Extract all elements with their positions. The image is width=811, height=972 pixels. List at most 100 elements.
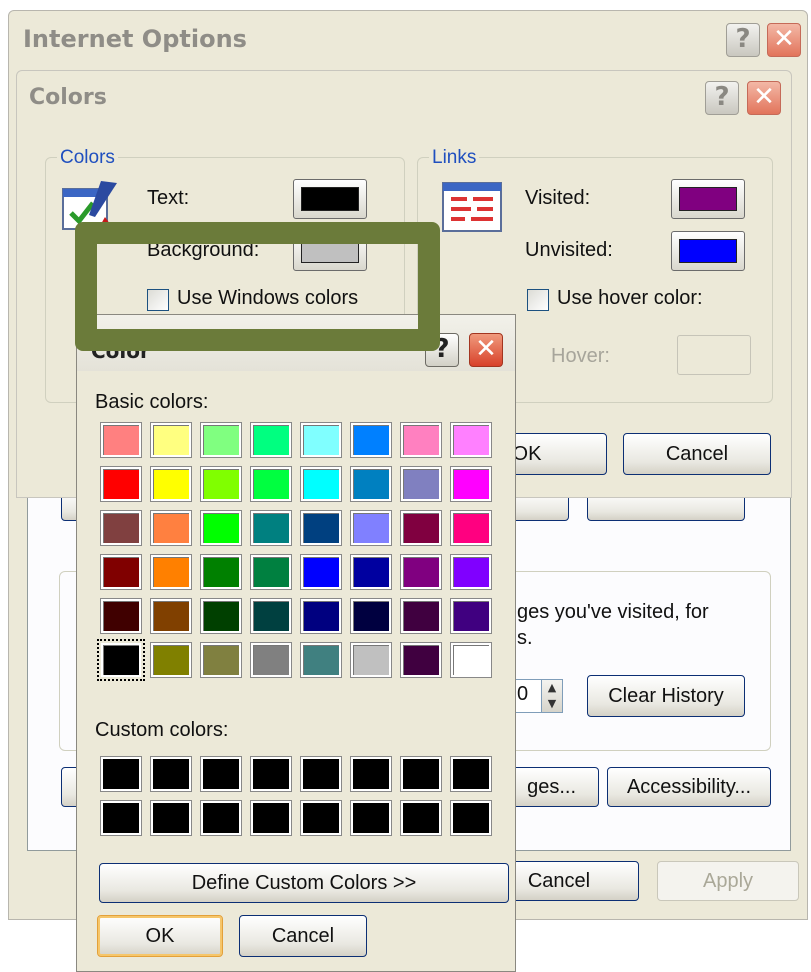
basic-color-swatch[interactable] bbox=[150, 642, 192, 678]
colors-cancel-button[interactable]: Cancel bbox=[623, 433, 771, 475]
links-group-label: Links bbox=[429, 147, 480, 169]
basic-color-swatch[interactable] bbox=[300, 598, 342, 634]
basic-color-swatch[interactable] bbox=[400, 598, 442, 634]
basic-color-swatch[interactable] bbox=[300, 466, 342, 502]
accessibility-button[interactable]: Accessibility... bbox=[607, 767, 771, 807]
basic-color-swatch[interactable] bbox=[400, 466, 442, 502]
basic-color-swatch[interactable] bbox=[250, 598, 292, 634]
basic-color-swatch[interactable] bbox=[100, 554, 142, 590]
custom-color-swatch[interactable] bbox=[350, 756, 392, 792]
custom-color-swatch[interactable] bbox=[300, 756, 342, 792]
basic-color-swatch[interactable] bbox=[400, 554, 442, 590]
custom-color-swatch[interactable] bbox=[450, 800, 492, 836]
basic-color-swatch[interactable] bbox=[400, 642, 442, 678]
basic-color-swatch[interactable] bbox=[350, 554, 392, 590]
basic-color-swatch[interactable] bbox=[150, 510, 192, 546]
custom-color-swatch[interactable] bbox=[300, 800, 342, 836]
basic-color-swatch[interactable] bbox=[450, 422, 492, 458]
internet-options-title: Internet Options bbox=[23, 25, 247, 53]
basic-color-swatch[interactable] bbox=[350, 642, 392, 678]
basic-color-swatch[interactable] bbox=[300, 422, 342, 458]
basic-color-swatch[interactable] bbox=[300, 642, 342, 678]
basic-color-swatch[interactable] bbox=[100, 422, 142, 458]
colors-dialog-title: Colors bbox=[29, 85, 107, 110]
custom-color-swatch[interactable] bbox=[250, 756, 292, 792]
colors-group-label: Colors bbox=[57, 147, 118, 169]
basic-color-swatch[interactable] bbox=[350, 598, 392, 634]
text-color-button[interactable] bbox=[293, 179, 367, 219]
basic-color-swatch[interactable] bbox=[400, 510, 442, 546]
basic-color-swatch[interactable] bbox=[200, 466, 242, 502]
close-icon[interactable]: ✕ bbox=[469, 333, 503, 367]
basic-color-swatch[interactable] bbox=[250, 554, 292, 590]
basic-color-swatch[interactable] bbox=[450, 642, 492, 678]
history-description-line1: ges you've visited, for bbox=[517, 601, 709, 623]
help-icon[interactable]: ? bbox=[726, 23, 760, 57]
text-color-label: Text: bbox=[147, 187, 190, 209]
basic-color-swatch[interactable] bbox=[450, 598, 492, 634]
basic-color-swatch[interactable] bbox=[450, 554, 492, 590]
basic-color-swatch[interactable] bbox=[100, 510, 142, 546]
basic-color-swatch[interactable] bbox=[200, 642, 242, 678]
basic-colors-label: Basic colors: bbox=[95, 391, 209, 413]
unvisited-color-swatch bbox=[679, 239, 737, 263]
close-icon[interactable]: ✕ bbox=[767, 23, 801, 57]
hover-color-button bbox=[677, 335, 751, 375]
days-spinner[interactable]: ▲ ▼ bbox=[541, 679, 563, 713]
basic-color-swatch[interactable] bbox=[100, 466, 142, 502]
custom-color-swatch[interactable] bbox=[400, 800, 442, 836]
basic-color-swatch[interactable] bbox=[450, 510, 492, 546]
basic-color-swatch[interactable] bbox=[150, 598, 192, 634]
basic-color-swatch[interactable] bbox=[400, 422, 442, 458]
help-icon[interactable]: ? bbox=[705, 81, 739, 115]
color-picker-cancel-button[interactable]: Cancel bbox=[239, 915, 367, 957]
use-hover-color-label: Use hover color: bbox=[557, 287, 703, 309]
basic-color-swatch[interactable] bbox=[300, 510, 342, 546]
use-hover-color-checkbox[interactable] bbox=[527, 289, 549, 311]
custom-color-swatch[interactable] bbox=[150, 800, 192, 836]
basic-color-swatch[interactable] bbox=[200, 598, 242, 634]
basic-color-swatch[interactable] bbox=[450, 466, 492, 502]
basic-color-swatch[interactable] bbox=[350, 422, 392, 458]
basic-color-swatch[interactable] bbox=[300, 554, 342, 590]
unvisited-color-button[interactable] bbox=[671, 231, 745, 271]
visited-color-swatch bbox=[679, 187, 737, 211]
basic-color-swatch[interactable] bbox=[150, 422, 192, 458]
apply-button: Apply bbox=[657, 861, 799, 901]
history-description-line2: s. bbox=[517, 627, 533, 649]
color-picker-dialog: Color ? ✕ Basic colors: Custom colors: D… bbox=[76, 314, 516, 972]
basic-color-swatch[interactable] bbox=[97, 639, 145, 681]
custom-color-swatch[interactable] bbox=[350, 800, 392, 836]
basic-color-swatch[interactable] bbox=[250, 422, 292, 458]
basic-color-swatch[interactable] bbox=[150, 554, 192, 590]
basic-color-swatch[interactable] bbox=[200, 422, 242, 458]
days-value: 0 bbox=[517, 683, 529, 705]
close-icon[interactable]: ✕ bbox=[747, 81, 781, 115]
basic-color-swatch[interactable] bbox=[350, 510, 392, 546]
custom-color-swatch[interactable] bbox=[250, 800, 292, 836]
custom-color-swatch[interactable] bbox=[100, 800, 142, 836]
basic-color-swatch[interactable] bbox=[250, 466, 292, 502]
color-picker-ok-button[interactable]: OK bbox=[97, 915, 223, 957]
define-custom-colors-button[interactable]: Define Custom Colors >> bbox=[99, 863, 509, 903]
basic-color-swatch[interactable] bbox=[100, 598, 142, 634]
basic-color-swatch[interactable] bbox=[250, 510, 292, 546]
basic-color-swatch[interactable] bbox=[200, 510, 242, 546]
visited-color-button[interactable] bbox=[671, 179, 745, 219]
highlight-annotation bbox=[75, 222, 440, 351]
custom-color-swatch[interactable] bbox=[400, 756, 442, 792]
clear-history-button[interactable]: Clear History bbox=[587, 675, 745, 717]
basic-color-swatch[interactable] bbox=[250, 642, 292, 678]
basic-color-swatch[interactable] bbox=[150, 466, 192, 502]
basic-color-swatch[interactable] bbox=[350, 466, 392, 502]
custom-color-swatch[interactable] bbox=[450, 756, 492, 792]
custom-color-swatch[interactable] bbox=[200, 756, 242, 792]
custom-color-swatch[interactable] bbox=[100, 756, 142, 792]
basic-colors-grid bbox=[97, 422, 493, 683]
basic-color-swatch[interactable] bbox=[200, 554, 242, 590]
unvisited-label: Unvisited: bbox=[525, 239, 613, 261]
custom-color-swatch[interactable] bbox=[150, 756, 192, 792]
visited-label: Visited: bbox=[525, 187, 591, 209]
custom-color-swatch[interactable] bbox=[200, 800, 242, 836]
hover-label: Hover: bbox=[551, 345, 610, 367]
